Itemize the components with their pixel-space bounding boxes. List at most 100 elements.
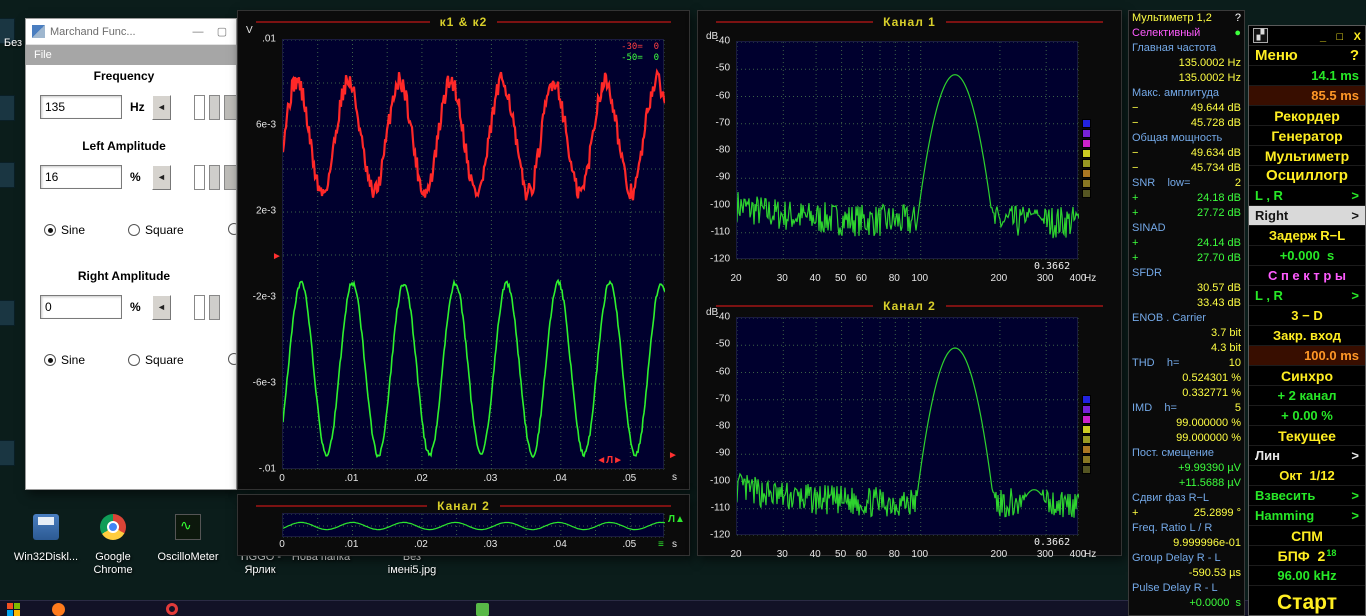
- cp-generator[interactable]: Генератор: [1249, 126, 1365, 146]
- cp-right-glyph[interactable]: >: [1351, 208, 1359, 223]
- channel-color-swatch[interactable]: [1082, 425, 1091, 434]
- channel-color-swatch[interactable]: [1082, 169, 1091, 178]
- menu-file[interactable]: File: [34, 49, 52, 61]
- cp-right-glyph[interactable]: >: [1351, 188, 1359, 203]
- spectrum1-plot[interactable]: [736, 41, 1079, 260]
- cp-sync-percent[interactable]: + 0.00 %: [1249, 406, 1365, 426]
- channel-color-swatch[interactable]: [1082, 445, 1091, 454]
- channel-color-swatch[interactable]: [1082, 129, 1091, 138]
- cp-spm[interactable]: СПМ: [1249, 526, 1365, 546]
- cp-right-glyph[interactable]: >: [1351, 448, 1359, 463]
- channel-color-swatch[interactable]: [1082, 149, 1091, 158]
- right-amplitude-input[interactable]: [40, 295, 122, 319]
- spectrum2-titlebar[interactable]: Канал 2: [698, 297, 1121, 315]
- cp-spectra[interactable]: С п е к т р ы: [1249, 266, 1365, 286]
- cp-start[interactable]: Старт: [1249, 586, 1365, 615]
- scrollbar-fragment[interactable]: [224, 95, 236, 120]
- channel-color-swatch[interactable]: [1082, 455, 1091, 464]
- channel-color-swatch[interactable]: [1082, 139, 1091, 148]
- cp-fft[interactable]: БПФ 2 18: [1249, 546, 1365, 566]
- cp-weighting[interactable]: Взвесить >: [1249, 486, 1365, 506]
- partial-desktop-icon[interactable]: [0, 440, 15, 466]
- cp-samplerate[interactable]: 96.00 kHz: [1249, 566, 1365, 586]
- maximize-button[interactable]: □: [1337, 31, 1344, 43]
- trigger-icon[interactable]: Л▲: [668, 515, 685, 525]
- radio-partial[interactable]: [228, 353, 236, 365]
- opera-icon[interactable]: [166, 603, 178, 615]
- scrollbar-fragment[interactable]: [194, 295, 205, 320]
- scrollbar-fragment[interactable]: [194, 95, 205, 120]
- cp-three-d[interactable]: 3 − D: [1249, 306, 1365, 326]
- cp-recorder[interactable]: Рекордер: [1249, 106, 1365, 126]
- channel-color-swatch[interactable]: [1082, 415, 1091, 424]
- folder-icon[interactable]: [476, 603, 489, 616]
- cp-menu[interactable]: Меню?: [1249, 46, 1365, 66]
- scope-plot[interactable]: -30= 0 -50= 0 ◄Л►: [282, 39, 665, 470]
- partial-desktop-icon[interactable]: [0, 300, 15, 326]
- frequency-input[interactable]: [40, 95, 122, 119]
- cp-window-hamming[interactable]: Hamming >: [1249, 506, 1365, 526]
- channel-color-swatch[interactable]: [1082, 465, 1091, 474]
- cp-delay-rl[interactable]: Задерж R−L: [1249, 226, 1365, 246]
- cp-right-glyph[interactable]: >: [1351, 508, 1359, 523]
- cp-buffer[interactable]: 100.0 ms: [1249, 346, 1365, 366]
- left-amplitude-decrement-button[interactable]: ◄: [152, 165, 171, 190]
- cp-oct[interactable]: Окт 1/12: [1249, 466, 1365, 486]
- firefox-icon[interactable]: [52, 603, 65, 616]
- scrollbar-fragment[interactable]: [209, 295, 220, 320]
- cp-time-window[interactable]: 14.1 ms: [1249, 66, 1365, 86]
- window-titlebar[interactable]: Marchand Func... — ▢: [26, 19, 236, 45]
- frequency-decrement-button[interactable]: ◄: [152, 95, 171, 120]
- spectrum2-plot[interactable]: [736, 317, 1079, 536]
- radio-partial[interactable]: [228, 223, 236, 235]
- google-chrome-icon[interactable]: Google Chrome: [82, 514, 144, 586]
- multimeter-row[interactable]: Селективный ●: [1129, 26, 1244, 41]
- trigger-edge-icon[interactable]: ►: [668, 451, 678, 461]
- multimeter-row[interactable]: Мультиметр 1,2?: [1129, 11, 1244, 26]
- cp-sync[interactable]: Синхро: [1249, 366, 1365, 386]
- cp-right-glyph[interactable]: >: [1351, 288, 1359, 303]
- cp-lin[interactable]: Лин >: [1249, 446, 1365, 466]
- start-button[interactable]: [7, 603, 20, 616]
- cp-multimeter[interactable]: Мультиметр: [1249, 146, 1365, 166]
- channel-color-swatch[interactable]: [1082, 179, 1091, 188]
- channel-color-swatch[interactable]: [1082, 189, 1091, 198]
- scope-titlebar[interactable]: к1 & к2: [238, 13, 689, 31]
- minimize-button[interactable]: —: [186, 26, 210, 38]
- win32diskimager-icon[interactable]: Win32Diskl...: [6, 514, 86, 586]
- partial-desktop-icon[interactable]: [0, 162, 15, 188]
- right-square-radio[interactable]: Square: [128, 353, 184, 367]
- minimize-button[interactable]: _: [1320, 31, 1326, 43]
- cp-current[interactable]: Текущее: [1249, 426, 1365, 446]
- channel-color-swatch[interactable]: [1082, 395, 1091, 404]
- cp-closed-input[interactable]: Закр. вход: [1249, 326, 1365, 346]
- partial-desktop-icon[interactable]: [0, 95, 15, 121]
- channel-color-swatch[interactable]: [1082, 159, 1091, 168]
- right-sine-radio[interactable]: Sine: [44, 353, 85, 367]
- channel-color-swatch[interactable]: [1082, 435, 1091, 444]
- left-sine-radio[interactable]: Sine: [44, 223, 85, 237]
- scrollbar-fragment[interactable]: [209, 95, 220, 120]
- cp-latency[interactable]: 85.5 ms: [1249, 86, 1365, 106]
- cp-right-glyph[interactable]: >: [1351, 488, 1359, 503]
- left-square-radio[interactable]: Square: [128, 223, 184, 237]
- scrollbar-fragment[interactable]: [194, 165, 205, 190]
- channel-color-swatch[interactable]: [1082, 119, 1091, 128]
- close-button[interactable]: X: [1354, 31, 1361, 43]
- preview-plot[interactable]: [282, 513, 665, 538]
- cp-channel-right[interactable]: Right >: [1249, 206, 1365, 226]
- left-amplitude-input[interactable]: [40, 165, 122, 189]
- cp-plus-2-channel[interactable]: + 2 канал: [1249, 386, 1365, 406]
- control-titlebar[interactable]: ▞ _ □ X: [1249, 26, 1365, 46]
- cp-spectra-lr[interactable]: L , R >: [1249, 286, 1365, 306]
- spectrum1-titlebar[interactable]: Канал 1: [698, 13, 1121, 31]
- cp-channels-lr[interactable]: L , R >: [1249, 186, 1365, 206]
- right-amplitude-decrement-button[interactable]: ◄: [152, 295, 171, 320]
- cp-delay-value[interactable]: +0.000 s: [1249, 246, 1365, 266]
- scrollbar-fragment[interactable]: [224, 165, 236, 190]
- scrollbar-fragment[interactable]: [209, 165, 220, 190]
- cp-right-glyph[interactable]: ?: [1350, 47, 1359, 64]
- cp-oscilloscope[interactable]: Осциллогр: [1249, 166, 1365, 186]
- oscillometer-icon[interactable]: OscilloMeter: [148, 514, 228, 586]
- maximize-button[interactable]: ▢: [210, 25, 234, 38]
